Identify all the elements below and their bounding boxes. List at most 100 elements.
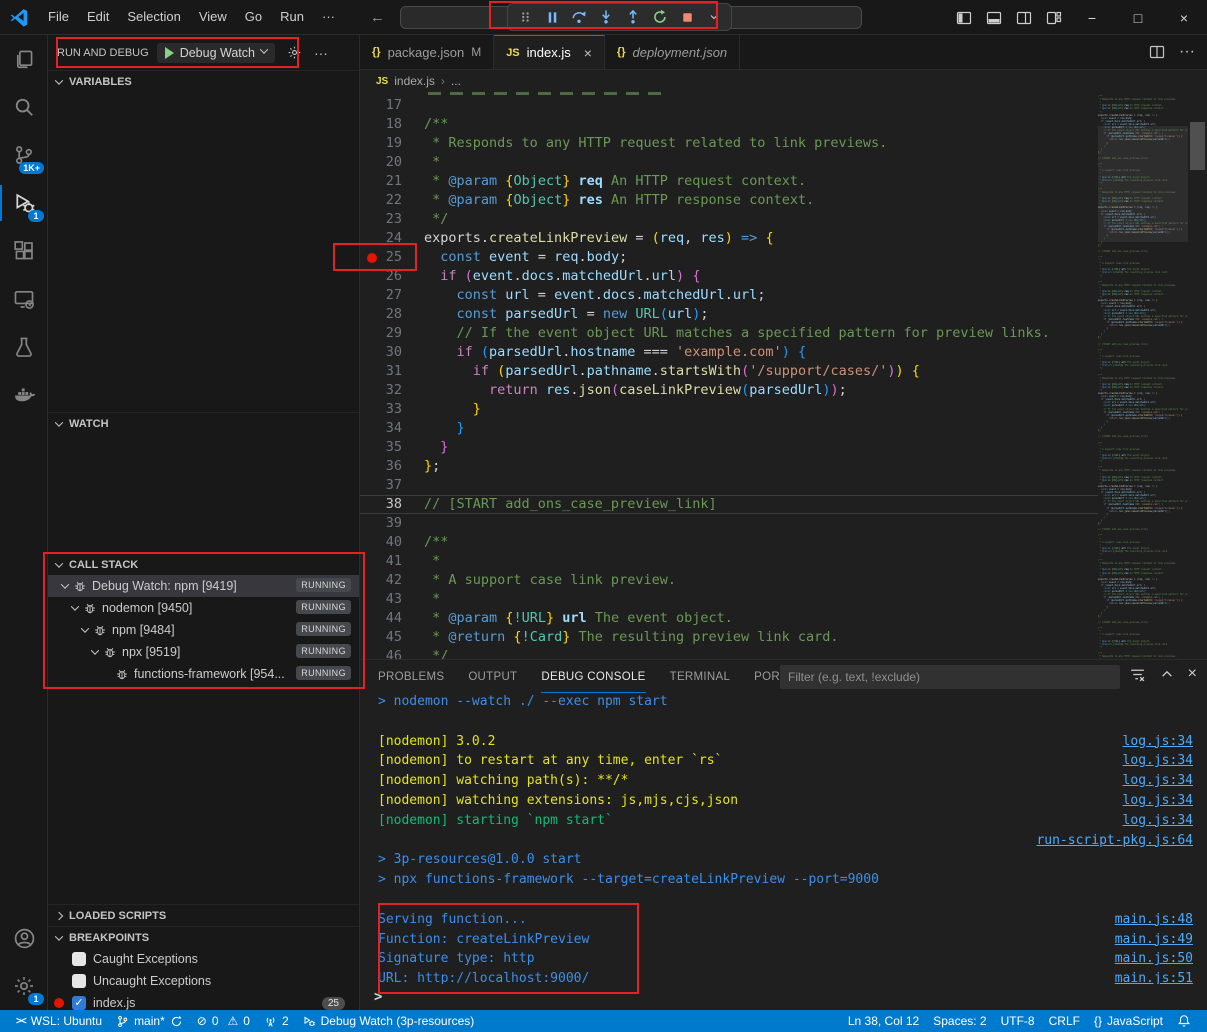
ports-status[interactable]: 2 <box>258 1010 295 1032</box>
code-line[interactable]: 44 * @param {!URL} url The event object. <box>360 609 1098 628</box>
console-filter-input[interactable] <box>780 665 1120 689</box>
menu-edit[interactable]: Edit <box>78 3 118 31</box>
code-line[interactable]: 24exports.createLinkPreview = (req, res)… <box>360 229 1098 248</box>
editor-scrollbar[interactable] <box>1188 92 1207 659</box>
stop-icon[interactable] <box>677 7 697 27</box>
line-number-gutter[interactable]: 29 <box>360 324 424 343</box>
toggle-sidebar-icon[interactable] <box>949 3 979 33</box>
step-into-icon[interactable] <box>596 7 616 27</box>
line-number-gutter[interactable]: 27 <box>360 286 424 305</box>
breakpoint-dot-icon[interactable] <box>367 253 377 263</box>
tab-deployment-json[interactable]: {} deployment.json <box>605 35 740 69</box>
encoding-status[interactable]: UTF-8 <box>995 1010 1041 1032</box>
code-line[interactable]: 19 * Responds to any HTTP request relate… <box>360 134 1098 153</box>
code-line[interactable]: 35 } <box>360 438 1098 457</box>
section-watch[interactable]: WATCH <box>48 412 359 434</box>
step-over-icon[interactable] <box>569 7 589 27</box>
line-number-gutter[interactable]: 34 <box>360 419 424 438</box>
debug-session-status[interactable]: Debug Watch (3p-resources) <box>297 1010 481 1032</box>
line-number-gutter[interactable]: 32 <box>360 381 424 400</box>
code-line[interactable]: 23 */ <box>360 210 1098 229</box>
code-line[interactable]: 32 return res.json(caseLinkPreview(parse… <box>360 381 1098 400</box>
code-line[interactable]: 42 * A support case link preview. <box>360 571 1098 590</box>
call-stack-row[interactable]: npm [9484]RUNNING <box>48 619 359 641</box>
git-branch-status[interactable]: main* <box>110 1010 189 1032</box>
console-source-link[interactable]: main.js:48 <box>1115 910 1193 930</box>
nav-back-icon[interactable]: ← <box>370 9 385 26</box>
code-line[interactable]: 31 if (parsedUrl.pathname.startsWith('/s… <box>360 362 1098 381</box>
breakpoint-row[interactable]: Uncaught Exceptions <box>48 970 359 992</box>
call-stack-row[interactable]: functions-framework [954...RUNNING <box>48 663 359 685</box>
debug-config-dropdown[interactable]: Debug Watch <box>157 43 275 63</box>
debug-settings-gear-icon[interactable] <box>287 45 302 60</box>
start-debug-icon[interactable] <box>165 47 174 59</box>
activity-run-debug[interactable]: 1 <box>0 179 48 227</box>
line-number-gutter[interactable]: 42 <box>360 571 424 590</box>
checkbox[interactable] <box>72 952 86 966</box>
checkbox[interactable]: ✓ <box>72 996 86 1010</box>
code-line[interactable]: 40/** <box>360 533 1098 552</box>
console-source-link[interactable]: log.js:34 <box>1123 751 1193 771</box>
code-line[interactable]: 43 * <box>360 590 1098 609</box>
console-source-link[interactable]: main.js:51 <box>1115 969 1193 984</box>
chevron-down-icon[interactable] <box>704 7 724 27</box>
code-line[interactable]: 25 const event = req.body; <box>360 248 1098 267</box>
panel-tab-output[interactable]: OUTPUT <box>468 660 517 693</box>
code-line[interactable]: 21 * @param {Object} req An HTTP request… <box>360 172 1098 191</box>
console-source-link[interactable]: log.js:34 <box>1123 811 1193 831</box>
activity-docker[interactable] <box>0 371 48 419</box>
activity-remote-explorer[interactable] <box>0 275 48 323</box>
section-loaded-scripts[interactable]: LOADED SCRIPTS <box>48 904 359 926</box>
code-line[interactable]: 29 // If the event object URL matches a … <box>360 324 1098 343</box>
panel-tab-terminal[interactable]: TERMINAL <box>670 660 731 693</box>
line-number-gutter[interactable]: 24 <box>360 229 424 248</box>
code-line[interactable]: 26 if (event.docs.matchedUrl.url) { <box>360 267 1098 286</box>
line-number-gutter[interactable]: 17 <box>360 96 424 115</box>
console-source-link[interactable]: log.js:34 <box>1123 732 1193 752</box>
line-number-gutter[interactable]: 41 <box>360 552 424 571</box>
breakpoint-row[interactable]: Caught Exceptions <box>48 948 359 970</box>
maximize-button[interactable]: □ <box>1115 0 1161 35</box>
code-line[interactable]: 20 * <box>360 153 1098 172</box>
menu-more[interactable]: ··· <box>313 3 344 31</box>
menu-view[interactable]: View <box>190 3 236 31</box>
minimap-slider[interactable] <box>1098 126 1188 242</box>
checkbox[interactable] <box>72 974 86 988</box>
code-line[interactable]: 30 if (parsedUrl.hostname === 'example.c… <box>360 343 1098 362</box>
activity-source-control[interactable]: 1K+ <box>0 131 48 179</box>
console-source-link[interactable]: run-script-pkg.js:64 <box>1036 831 1193 851</box>
panel-tab-problems[interactable]: PROBLEMS <box>378 660 444 693</box>
code-editor[interactable]: 1718/**19 * Responds to any HTTP request… <box>360 92 1207 659</box>
close-tab-icon[interactable]: × <box>584 45 592 61</box>
toggle-secondary-sidebar-icon[interactable] <box>1009 3 1039 33</box>
toggle-panel-icon[interactable] <box>979 3 1009 33</box>
code-line[interactable]: 36}; <box>360 457 1098 476</box>
cursor-position[interactable]: Ln 38, Col 12 <box>842 1010 925 1032</box>
code-line[interactable]: 18/** <box>360 115 1098 134</box>
remote-indicator[interactable]: ><WSL: Ubuntu <box>10 1010 108 1032</box>
line-number-gutter[interactable]: 18 <box>360 115 424 134</box>
call-stack-row[interactable]: npx [9519]RUNNING <box>48 641 359 663</box>
menu-go[interactable]: Go <box>236 3 271 31</box>
line-number-gutter[interactable]: 31 <box>360 362 424 381</box>
line-number-gutter[interactable]: 28 <box>360 305 424 324</box>
code-line[interactable]: 34 } <box>360 419 1098 438</box>
line-number-gutter[interactable]: 23 <box>360 210 424 229</box>
views-more-actions-icon[interactable]: ··· <box>314 45 328 61</box>
panel-tab-debug-console[interactable]: DEBUG CONSOLE <box>541 660 645 693</box>
menu-file[interactable]: File <box>39 3 78 31</box>
activity-search[interactable] <box>0 83 48 131</box>
console-source-link[interactable]: log.js:34 <box>1123 791 1193 811</box>
call-stack-row[interactable]: Debug Watch: npm [9419]RUNNING <box>48 575 359 597</box>
activity-explorer[interactable] <box>0 35 48 83</box>
editor-more-actions-icon[interactable]: ··· <box>1179 43 1195 61</box>
line-number-gutter[interactable]: 46 <box>360 647 424 659</box>
line-number-gutter[interactable]: 39 <box>360 514 424 533</box>
menu-selection[interactable]: Selection <box>118 3 189 31</box>
line-number-gutter[interactable]: 26 <box>360 267 424 286</box>
line-number-gutter[interactable]: 35 <box>360 438 424 457</box>
code-line[interactable]: 28 const parsedUrl = new URL(url); <box>360 305 1098 324</box>
code-line[interactable]: 37 <box>360 476 1098 495</box>
line-number-gutter[interactable]: 37 <box>360 476 424 495</box>
breadcrumb-symbol[interactable]: ... <box>451 74 461 88</box>
